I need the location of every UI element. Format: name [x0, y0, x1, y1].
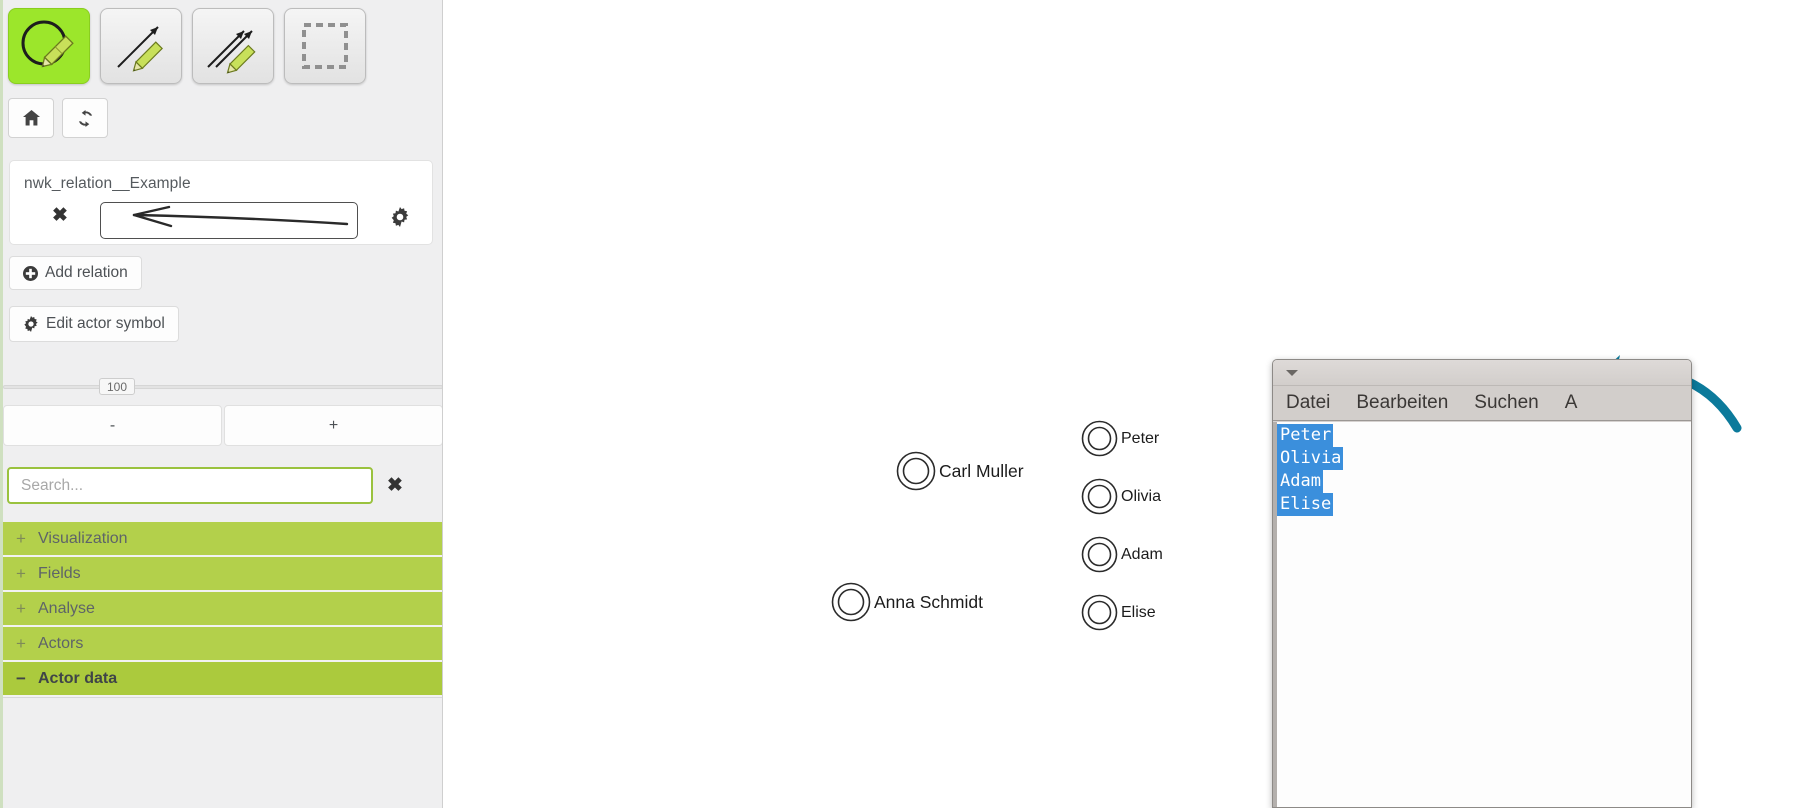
remove-relation-button[interactable]: ✖: [52, 206, 68, 225]
accordion-panel-body: [3, 697, 442, 721]
editor-text-area[interactable]: Peter Olivia Adam Elise: [1273, 422, 1691, 807]
editor-menu-datei[interactable]: Datei: [1286, 392, 1330, 414]
plus-icon: +: [16, 598, 26, 618]
actor-label: Olivia: [1121, 487, 1162, 505]
gear-icon: [390, 207, 410, 227]
draw-relation-tool-button[interactable]: [100, 8, 182, 84]
relation-symbol-preview[interactable]: [100, 202, 358, 239]
zoom-out-button[interactable]: -: [3, 405, 222, 446]
add-relation-label: Add relation: [45, 264, 128, 281]
plus-icon: +: [16, 633, 26, 653]
actor-symbol-double-circle-icon: [1081, 478, 1118, 515]
plus-icon: +: [16, 528, 26, 548]
editor-line[interactable]: Peter: [1277, 424, 1334, 447]
accordion-item-label: Analyse: [38, 599, 95, 617]
actor-node[interactable]: Peter: [1081, 420, 1159, 457]
accordion-item-analyse[interactable]: + Analyse: [3, 592, 442, 627]
draw-actor-tool-button[interactable]: [8, 8, 90, 84]
actor-node[interactable]: Carl Muller: [896, 451, 1024, 491]
actor-label: Carl Muller: [939, 460, 1024, 481]
edit-actor-symbol-button[interactable]: Edit actor symbol: [9, 306, 179, 342]
accordion-item-visualization[interactable]: + Visualization: [3, 522, 442, 557]
search-row: ✖: [7, 467, 442, 504]
search-input[interactable]: [7, 467, 373, 504]
plus-icon: +: [16, 563, 26, 583]
editor-line[interactable]: Olivia: [1277, 447, 1344, 470]
double-line-pencil-icon: [202, 17, 264, 75]
editor-menu-suchen[interactable]: Suchen: [1474, 392, 1538, 414]
actor-node[interactable]: Elise: [1081, 594, 1156, 631]
add-relation-button[interactable]: Add relation: [9, 256, 142, 290]
plus-circle-icon: [23, 265, 38, 281]
actor-symbol-double-circle-icon: [1081, 594, 1118, 631]
edit-actor-symbol-label: Edit actor symbol: [46, 315, 165, 332]
actor-node[interactable]: Olivia: [1081, 478, 1161, 515]
accordion-item-label: Visualization: [38, 529, 128, 547]
slider-handle[interactable]: 100: [99, 378, 135, 395]
dashed-rectangle-icon: [294, 17, 356, 75]
clear-search-button[interactable]: ✖: [387, 476, 403, 495]
accordion-item-fields[interactable]: + Fields: [3, 557, 442, 592]
accordion-item-label: Actors: [38, 634, 84, 652]
actor-label: Adam: [1121, 545, 1163, 563]
relation-settings-button[interactable]: [390, 207, 410, 227]
draw-multi-relation-tool-button[interactable]: [192, 8, 274, 84]
line-pencil-icon: [110, 17, 172, 75]
editor-menu-bearbeiten[interactable]: Bearbeiten: [1356, 392, 1448, 414]
zoom-in-button[interactable]: +: [224, 405, 442, 446]
home-button[interactable]: [8, 98, 54, 138]
tool-button-row: [8, 8, 366, 84]
chevron-down-icon[interactable]: [1286, 370, 1298, 376]
actor-symbol-double-circle-icon: [831, 582, 871, 622]
navigation-button-row: [8, 98, 108, 138]
select-area-tool-button[interactable]: [284, 8, 366, 84]
refresh-button[interactable]: [62, 98, 108, 138]
editor-line[interactable]: Elise: [1277, 493, 1334, 516]
left-arrow-symbol: [101, 205, 357, 238]
actor-label: Peter: [1121, 429, 1160, 447]
zoom-slider[interactable]: 100: [3, 378, 442, 395]
slider-track[interactable]: [3, 385, 442, 389]
relation-card: nwk_relation__Example ✖: [9, 160, 433, 245]
actor-node[interactable]: Adam: [1081, 536, 1163, 573]
text-editor-window[interactable]: Datei Bearbeiten Suchen A Peter Olivia Adam El…: [1272, 359, 1692, 808]
home-icon: [22, 110, 40, 126]
actor-symbol-double-circle-icon: [1081, 420, 1118, 457]
gear-icon: [23, 316, 39, 332]
relation-name: nwk_relation__Example: [24, 175, 191, 192]
sidebar: nwk_relation__Example ✖ Add relation Edi…: [0, 0, 443, 808]
editor-titlebar[interactable]: [1273, 360, 1691, 386]
accordion-item-label: Actor data: [38, 669, 118, 687]
actor-symbol-double-circle-icon: [896, 451, 936, 491]
minus-icon: −: [16, 668, 26, 688]
circle-pencil-icon: [18, 17, 80, 75]
actor-symbol-double-circle-icon: [1081, 536, 1118, 573]
accordion: + Visualization + Fields + Analyse + Actors − Act…: [3, 522, 442, 721]
accordion-item-actors[interactable]: + Actors: [3, 627, 442, 662]
actor-label: Anna Schmidt: [874, 591, 983, 612]
editor-menu-a[interactable]: A: [1565, 392, 1578, 414]
editor-lines: Peter Olivia Adam Elise: [1277, 424, 1691, 516]
accordion-item-actor-data[interactable]: − Actor data: [3, 662, 442, 697]
zoom-step-row: - +: [3, 405, 442, 446]
refresh-icon: [77, 109, 94, 127]
actor-node[interactable]: Anna Schmidt: [831, 582, 983, 622]
accordion-item-label: Fields: [38, 564, 81, 582]
editor-line[interactable]: Adam: [1277, 470, 1323, 493]
actor-label: Elise: [1121, 603, 1156, 621]
editor-menubar: Datei Bearbeiten Suchen A: [1273, 386, 1691, 421]
